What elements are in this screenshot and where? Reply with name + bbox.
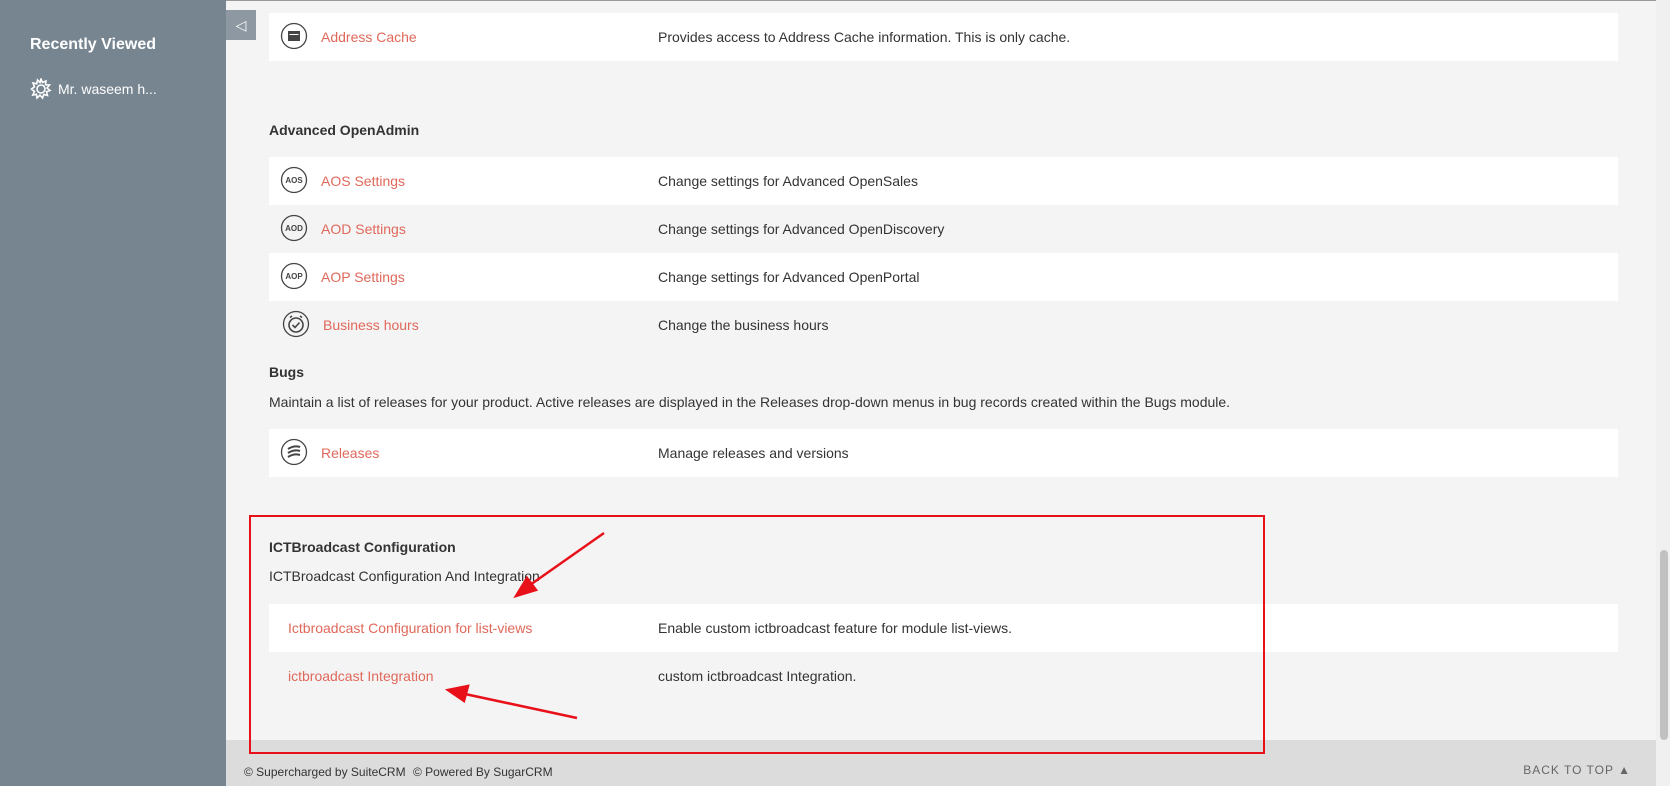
row-aos-settings: AOS AOS Settings Change settings for Adv… bbox=[269, 157, 1618, 205]
aop-settings-desc: Change settings for Advanced OpenPortal bbox=[658, 269, 920, 285]
releases-icon bbox=[280, 438, 308, 466]
back-to-top-link[interactable]: BACK TO TOP ▲ bbox=[1523, 763, 1631, 777]
bugs-description: Maintain a list of releases for your pro… bbox=[269, 394, 1231, 410]
aos-settings-link[interactable]: AOS Settings bbox=[321, 157, 405, 205]
advanced-openadmin-title: Advanced OpenAdmin bbox=[269, 122, 420, 138]
aod-settings-desc: Change settings for Advanced OpenDiscove… bbox=[658, 221, 945, 237]
calendar-icon bbox=[280, 22, 308, 50]
gear-icon bbox=[30, 76, 52, 100]
collapse-left-icon: ◁ bbox=[235, 16, 247, 33]
aos-icon: AOS bbox=[280, 166, 308, 194]
releases-link[interactable]: Releases bbox=[321, 429, 379, 477]
row-aop-settings: AOP AOP Settings Change settings for Adv… bbox=[269, 253, 1618, 301]
svg-text:AOS: AOS bbox=[285, 176, 303, 185]
collapse-sidebar-button[interactable]: ◁ bbox=[226, 10, 256, 40]
svg-text:AOD: AOD bbox=[285, 224, 303, 233]
ictbroadcast-integration-desc: custom ictbroadcast Integration. bbox=[658, 668, 857, 684]
clock-icon bbox=[282, 310, 310, 338]
aod-settings-link[interactable]: AOD Settings bbox=[321, 205, 406, 253]
supercharged-text: © Supercharged by SuiteCRM bbox=[244, 765, 406, 779]
address-cache-desc: Provides access to Address Cache informa… bbox=[658, 29, 1071, 45]
scrollbar-thumb[interactable] bbox=[1660, 550, 1668, 740]
row-business-hours: Business hours Change the business hours bbox=[269, 301, 1618, 349]
releases-desc: Manage releases and versions bbox=[658, 445, 849, 461]
recent-item-label: Mr. waseem h... bbox=[58, 81, 157, 97]
business-hours-link[interactable]: Business hours bbox=[323, 301, 419, 349]
svg-text:AOP: AOP bbox=[285, 272, 303, 281]
arrow-1-shaft bbox=[529, 531, 605, 587]
top-divider bbox=[226, 0, 1656, 1]
bugs-title: Bugs bbox=[269, 364, 304, 380]
ictbroadcast-title: ICTBroadcast Configuration bbox=[269, 539, 456, 555]
aos-settings-desc: Change settings for Advanced OpenSales bbox=[658, 173, 918, 189]
ictbroadcast-config-link[interactable]: Ictbroadcast Configuration for list-view… bbox=[288, 604, 532, 652]
row-ictbroadcast-config: Ictbroadcast Configuration for list-view… bbox=[269, 604, 1618, 652]
row-releases: Releases Manage releases and versions bbox=[269, 429, 1618, 477]
row-address-cache: Address Cache Provides access to Address… bbox=[269, 13, 1618, 61]
aop-settings-link[interactable]: AOP Settings bbox=[321, 253, 405, 301]
ictbroadcast-config-desc: Enable custom ictbroadcast feature for m… bbox=[658, 620, 1013, 636]
powered-text: © Powered By SugarCRM bbox=[413, 765, 553, 779]
ictbroadcast-integration-link[interactable]: ictbroadcast Integration bbox=[288, 652, 434, 700]
recently-viewed-title: Recently Viewed bbox=[30, 36, 156, 53]
footer: © Supercharged by SuiteCRM © Powered By … bbox=[226, 740, 1656, 786]
aod-icon: AOD bbox=[280, 214, 308, 242]
row-ictbroadcast-integration: ictbroadcast Integration custom ictbroad… bbox=[269, 652, 1618, 700]
business-hours-desc: Change the business hours bbox=[658, 317, 829, 333]
sidebar: Recently Viewed Mr. waseem h... bbox=[0, 0, 226, 786]
ictbroadcast-description: ICTBroadcast Configuration And Integrati… bbox=[269, 568, 540, 584]
row-aod-settings: AOD AOD Settings Change settings for Adv… bbox=[269, 205, 1618, 253]
aop-icon: AOP bbox=[280, 262, 308, 290]
address-cache-link[interactable]: Address Cache bbox=[321, 13, 417, 61]
recent-item[interactable]: Mr. waseem h... bbox=[30, 76, 157, 100]
